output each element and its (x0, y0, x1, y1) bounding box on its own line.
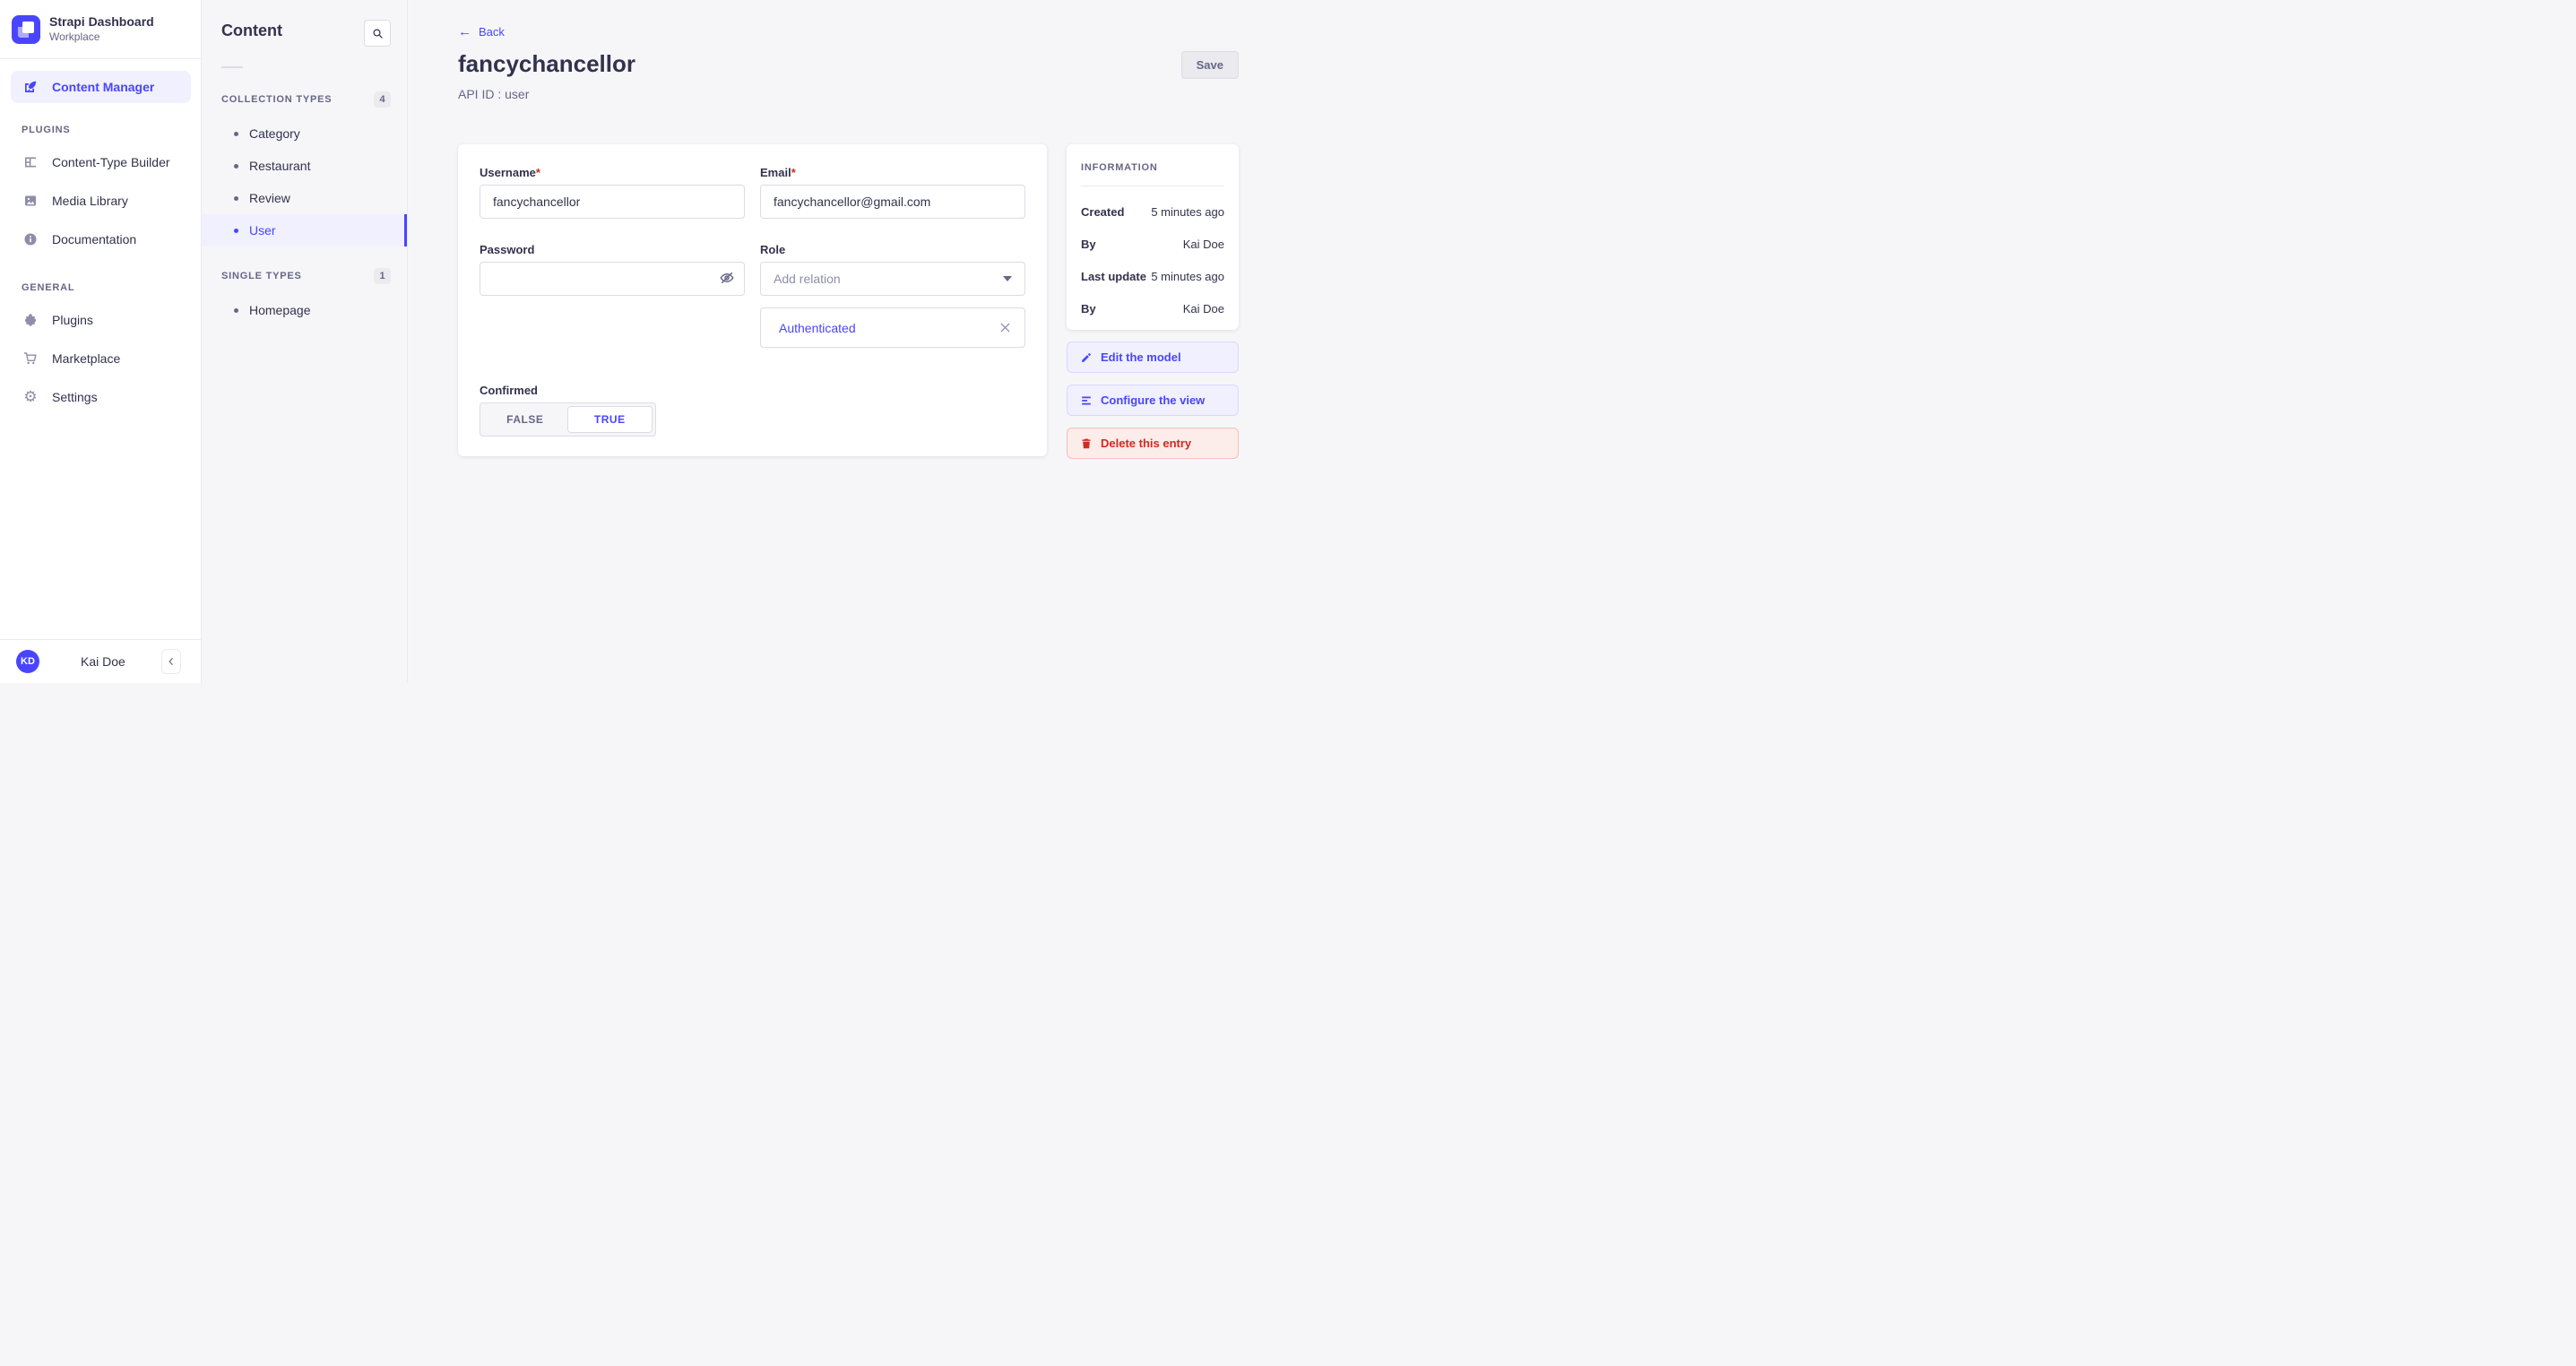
chevron-down-icon (1003, 276, 1012, 281)
bullet-icon (234, 308, 238, 313)
strapi-dashboard-page: Strapi Dashboard Workplace Content Manag… (0, 0, 1288, 683)
collection-types-count-badge: 4 (374, 91, 391, 108)
confirmed-false-option[interactable]: FALSE (483, 406, 567, 433)
entry-form-card: Username* Email* Password (458, 144, 1047, 456)
edit-the-model-button[interactable]: Edit the model (1067, 342, 1239, 373)
bullet-icon (234, 164, 238, 169)
required-asterisk: * (536, 166, 540, 179)
shopping-cart-icon (22, 350, 39, 367)
sidebar-item-marketplace[interactable]: Marketplace (0, 339, 201, 377)
sidebar-item-label: Content-Type Builder (52, 155, 170, 169)
sidebar-item-plugins[interactable]: Plugins (0, 300, 201, 339)
list-lines-icon (1080, 394, 1093, 407)
sidebar-item-content-type-builder[interactable]: Content-Type Builder (0, 143, 201, 181)
confirmed-true-option[interactable]: TRUE (567, 406, 653, 433)
single-types-list: Homepage (202, 294, 407, 326)
gear-icon: ⚙ (22, 388, 39, 406)
username-input[interactable] (480, 185, 745, 219)
strapi-logo-icon (12, 15, 40, 44)
username-label: Username* (480, 166, 745, 179)
password-input[interactable] (480, 262, 745, 296)
user-name: Kai Doe (81, 654, 125, 669)
email-input[interactable] (760, 185, 1025, 219)
sidebar-item-documentation[interactable]: Documentation (0, 220, 201, 258)
single-types-header: SINGLE TYPES 1 (202, 268, 407, 284)
workspace-brand[interactable]: Strapi Dashboard Workplace (0, 0, 201, 59)
sidebar-item-label: Marketplace (52, 351, 120, 366)
info-row-last-update: Last update 5 minutes ago (1081, 270, 1224, 283)
configure-the-view-button[interactable]: Configure the view (1067, 385, 1239, 416)
subnav-item-homepage[interactable]: Homepage (202, 294, 407, 326)
save-button[interactable]: Save (1181, 51, 1239, 79)
info-row-created-by: By Kai Doe (1081, 238, 1224, 251)
nav-section-general: GENERAL (0, 282, 201, 293)
eye-off-icon[interactable] (719, 270, 735, 286)
main-sidebar: Strapi Dashboard Workplace Content Manag… (0, 0, 202, 683)
collection-types-header: COLLECTION TYPES 4 (202, 91, 407, 108)
bullet-icon (234, 132, 238, 136)
collapse-sidebar-button[interactable] (161, 649, 181, 674)
sidebar-item-settings[interactable]: ⚙ Settings (0, 377, 201, 416)
subnav-divider (221, 66, 243, 68)
bullet-icon (234, 229, 238, 233)
sidebar-item-label: Plugins (52, 313, 93, 327)
puzzle-icon (22, 311, 39, 329)
workspace-name: Workplace (49, 30, 154, 44)
subnav-item-user[interactable]: User (202, 214, 407, 246)
sidebar-footer: KD Kai Doe (0, 639, 201, 683)
role-select[interactable]: Add relation (760, 262, 1025, 296)
nav-section-plugins: PLUGINS (0, 125, 201, 135)
role-relation-item: Authenticated (760, 307, 1025, 348)
email-label: Email* (760, 166, 1025, 179)
feather-pen-icon (22, 78, 39, 96)
delete-this-entry-button[interactable]: Delete this entry (1067, 428, 1239, 459)
single-types-count-badge: 1 (374, 268, 391, 284)
user-avatar: KD (16, 650, 39, 673)
information-card: INFORMATION Created 5 minutes ago By Kai… (1067, 144, 1239, 330)
information-title: INFORMATION (1081, 162, 1224, 173)
sidebar-item-label: Documentation (52, 232, 136, 246)
arrow-left-icon: ← (458, 24, 471, 39)
back-link[interactable]: ← Back (458, 24, 505, 39)
confirmed-toggle: FALSE TRUE (480, 402, 656, 437)
trash-icon (1080, 437, 1093, 450)
role-label: Role (760, 243, 1025, 256)
content-subnav: Content COLLECTION TYPES 4 Category Rest… (202, 0, 408, 683)
main-content: ← Back fancychancellor Save API ID : use… (408, 0, 1288, 683)
search-button[interactable] (364, 20, 391, 47)
sidebar-item-label: Settings (52, 390, 98, 404)
required-asterisk: * (791, 166, 796, 179)
collection-types-list: Category Restaurant Review User (202, 117, 407, 246)
image-icon (22, 192, 39, 210)
password-label: Password (480, 243, 745, 256)
sidebar-item-label: Media Library (52, 194, 128, 208)
info-row-updated-by: By Kai Doe (1081, 302, 1224, 316)
right-rail: INFORMATION Created 5 minutes ago By Kai… (1067, 144, 1239, 459)
layout-grid-icon (22, 153, 39, 171)
remove-relation-icon[interactable] (998, 321, 1012, 334)
confirmed-label: Confirmed (480, 384, 1025, 397)
info-row-created: Created 5 minutes ago (1081, 205, 1224, 219)
subnav-item-review[interactable]: Review (202, 182, 407, 214)
api-id-subtitle: API ID : user (458, 87, 1239, 101)
subnav-item-restaurant[interactable]: Restaurant (202, 150, 407, 182)
sidebar-item-label: Content Manager (52, 80, 154, 94)
authenticated-relation-link[interactable]: Authenticated (779, 321, 856, 335)
pencil-icon (1080, 351, 1093, 364)
sidebar-item-media-library[interactable]: Media Library (0, 181, 201, 220)
sidebar-item-content-manager[interactable]: Content Manager (11, 71, 191, 103)
subnav-title: Content (221, 22, 282, 40)
app-title: Strapi Dashboard (49, 14, 154, 30)
bullet-icon (234, 196, 238, 201)
info-circle-icon (22, 230, 39, 248)
subnav-item-category[interactable]: Category (202, 117, 407, 150)
page-title: fancychancellor (458, 51, 635, 77)
